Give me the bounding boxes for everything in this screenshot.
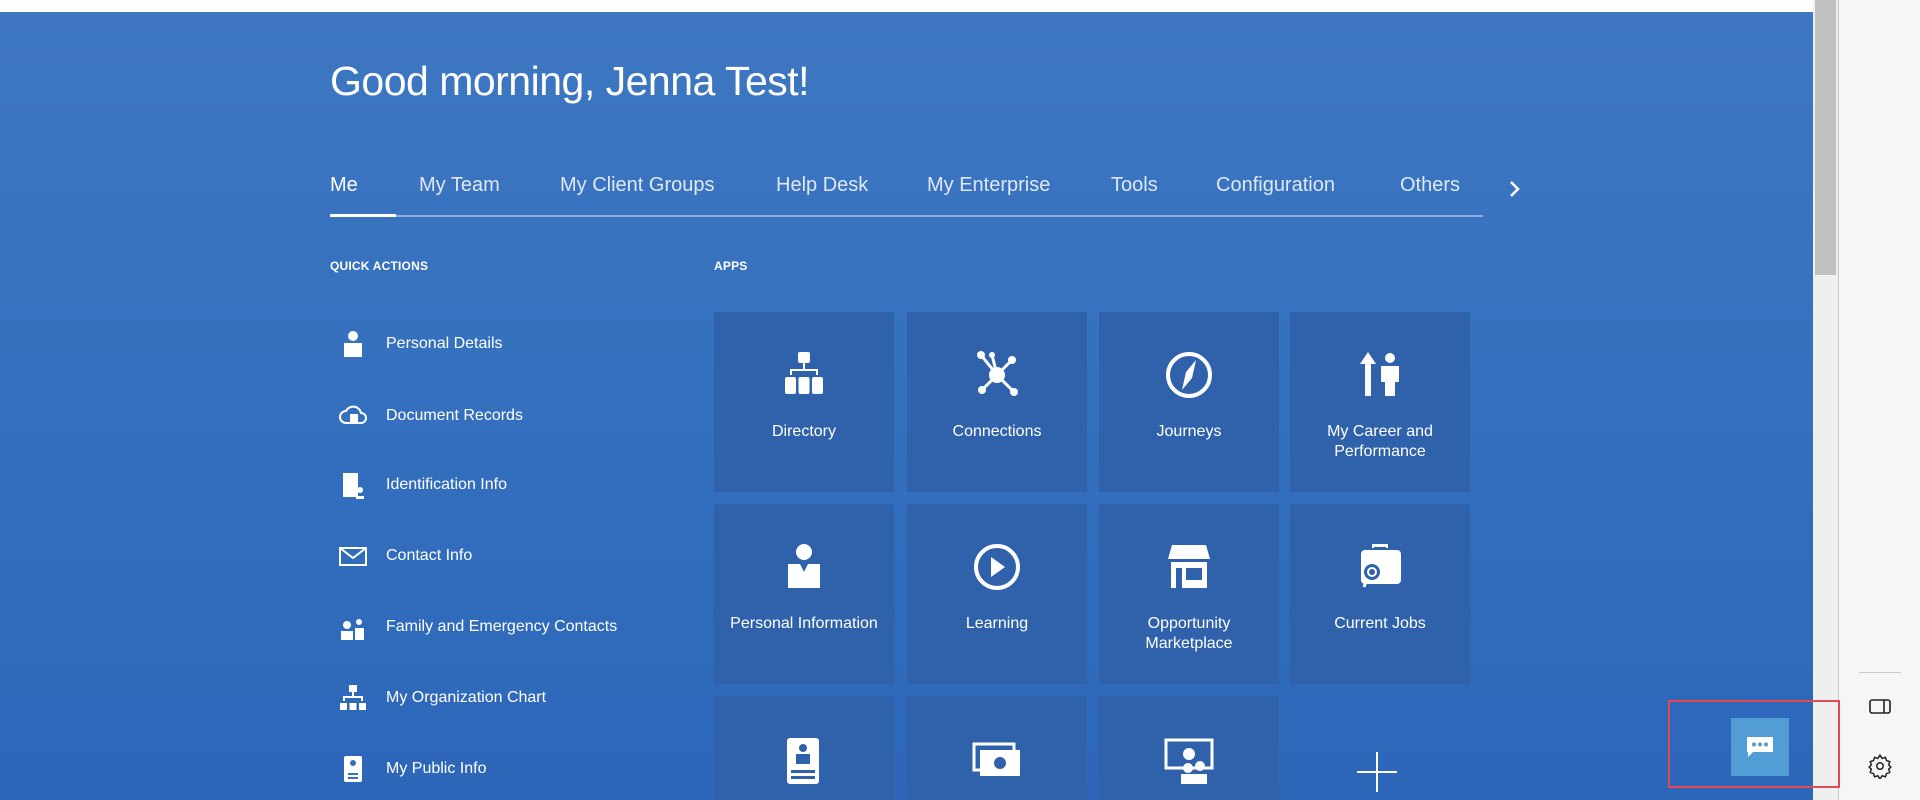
tab-my-enterprise[interactable]: My Enterprise (927, 174, 1050, 197)
tab-me[interactable]: Me (330, 174, 358, 197)
quick-action-public-info[interactable]: My Public Info (338, 752, 486, 786)
app-tile-label: Learning (965, 615, 1029, 632)
play-circle-icon (974, 544, 1020, 590)
scrollbar-thumb[interactable] (1815, 0, 1836, 275)
app-tile-pay[interactable] (907, 696, 1087, 800)
active-tab-indicator (330, 214, 396, 217)
app-tile-label: Directory (771, 423, 836, 440)
app-tile-learning[interactable]: Learning (907, 504, 1087, 684)
quick-action-label: My Public Info (386, 760, 487, 777)
add-app-plus-icon[interactable] (1357, 752, 1397, 792)
person-icon (344, 331, 362, 357)
toggle-sidebar-icon[interactable] (1868, 697, 1892, 717)
side-panel-divider (1859, 672, 1901, 673)
money-icon (972, 742, 1020, 776)
tab-help-desk[interactable]: Help Desk (776, 174, 868, 197)
tab-my-team[interactable]: My Team (419, 174, 500, 197)
app-tile-badge[interactable] (714, 696, 894, 800)
quick-action-label: Family and Emergency Contacts (386, 618, 618, 635)
app-tile-opportunity-marketplace[interactable]: Opportunity Marketplace (1099, 504, 1279, 684)
tab-my-client-groups[interactable]: My Client Groups (560, 174, 715, 197)
cloud-document-icon (339, 405, 367, 424)
quick-action-document-records[interactable]: Document Records (338, 399, 523, 433)
app-tile-label: Connections (952, 423, 1042, 440)
person-icon (788, 544, 820, 588)
family-icon (341, 619, 364, 640)
app-tile-label: Journeys (1156, 423, 1222, 440)
tab-tools[interactable]: Tools (1111, 174, 1158, 197)
quick-action-family-contacts[interactable]: Family and Emergency Contacts (338, 610, 617, 644)
home-page: Good morning, Jenna Test! Me My Team My … (0, 12, 1813, 800)
vertical-scrollbar[interactable] (1813, 0, 1838, 800)
quick-action-org-chart[interactable]: My Organization Chart (338, 681, 546, 715)
chat-bubble-icon (1747, 737, 1773, 757)
tab-configuration[interactable]: Configuration (1216, 174, 1335, 197)
badge-icon (344, 756, 362, 782)
org-chart-icon (340, 685, 366, 710)
app-tile-journeys[interactable]: Journeys (1099, 312, 1279, 492)
tab-underline (330, 215, 1483, 217)
app-tile-compensation[interactable] (1099, 696, 1279, 800)
quick-action-label: Identification Info (386, 476, 507, 493)
app-tile-personal-information[interactable]: Personal Information (714, 504, 894, 684)
app-tile-label: Current Jobs (1334, 615, 1426, 632)
chevron-right-icon[interactable] (1503, 177, 1527, 201)
browser-side-panel (1839, 0, 1920, 800)
app-tile-label: Opportunity Marketplace (1145, 615, 1233, 652)
quick-action-personal-details[interactable]: Personal Details (338, 327, 503, 361)
org-chart-icon (785, 352, 823, 394)
settings-gear-icon[interactable] (1867, 753, 1893, 779)
app-tile-label: Personal Information (730, 615, 878, 632)
apps-heading: APPS (714, 259, 748, 273)
quick-action-label: Personal Details (386, 335, 503, 352)
quick-action-label: Contact Info (386, 547, 473, 564)
team-money-icon (1164, 738, 1214, 784)
quick-action-contact-info[interactable]: Contact Info (338, 539, 472, 573)
quick-action-label: My Organization Chart (386, 689, 547, 706)
compass-icon (1166, 352, 1212, 398)
app-tile-current-jobs[interactable]: Current Jobs (1290, 504, 1470, 684)
app-tile-connections[interactable]: Connections (907, 312, 1087, 492)
app-tile-directory[interactable]: Directory (714, 312, 894, 492)
storefront-icon (1168, 545, 1210, 588)
network-icon (977, 351, 1018, 396)
tab-others[interactable]: Others (1400, 174, 1460, 197)
envelope-icon (339, 547, 367, 566)
quick-action-label: Document Records (386, 407, 523, 424)
career-growth-icon (1360, 352, 1399, 396)
greeting-title: Good morning, Jenna Test! (330, 58, 810, 104)
id-badge-icon (787, 738, 819, 784)
app-tile-my-career[interactable]: My Career and Performance (1290, 312, 1470, 492)
quick-action-identification-info[interactable]: Identification Info (338, 468, 507, 502)
quick-actions-heading: QUICK ACTIONS (330, 259, 429, 273)
job-search-icon (1361, 544, 1401, 588)
id-document-icon (343, 473, 364, 499)
app-tile-label: My Career and Performance (1327, 423, 1433, 460)
chat-button[interactable] (1731, 718, 1789, 776)
